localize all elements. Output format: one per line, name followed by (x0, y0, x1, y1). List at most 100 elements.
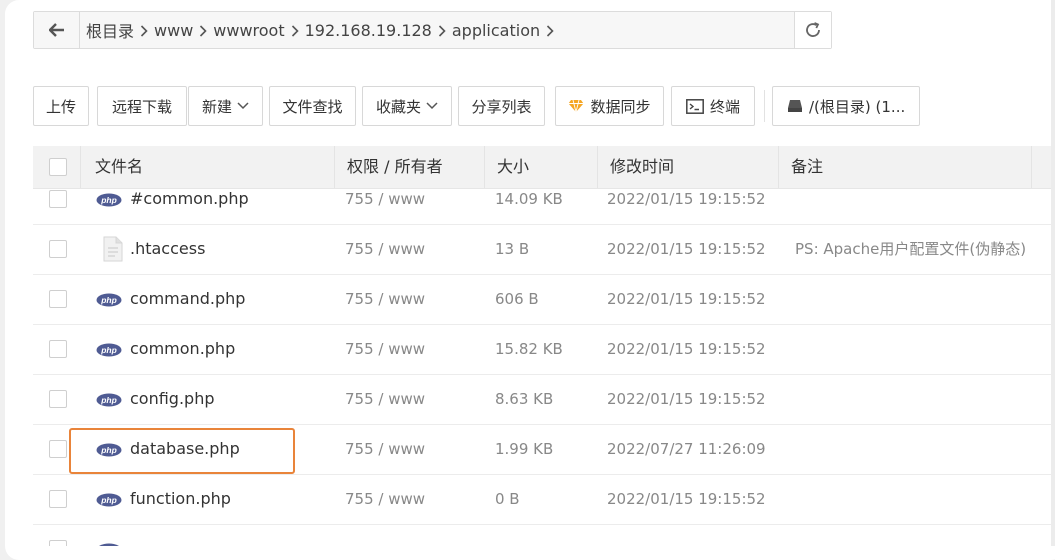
breadcrumb-item[interactable]: www (154, 21, 193, 40)
upload-button[interactable]: 上传 (33, 86, 89, 126)
toolbar-divider (764, 90, 765, 122)
file-name[interactable]: .htaccess (130, 224, 205, 274)
php-icon: php (96, 192, 122, 207)
column-header-modified[interactable]: 修改时间 (610, 146, 674, 188)
file-size: 15.82 KB (495, 340, 563, 358)
breadcrumb-item[interactable]: wwwroot (213, 21, 284, 40)
remote-download-button[interactable]: 远程下载 (97, 86, 187, 126)
diamond-icon (568, 99, 584, 113)
row-checkbox[interactable] (49, 490, 67, 508)
column-header-name[interactable]: 文件名 (95, 146, 143, 188)
column-header-size[interactable]: 大小 (497, 146, 529, 188)
selection-highlight (69, 428, 295, 474)
file-permission: 755 / www (345, 240, 426, 258)
file-note: PS: Apache用户配置文件(伪静态) (795, 240, 1027, 258)
file-size: 606 B (495, 290, 539, 308)
column-divider (80, 146, 81, 188)
file-modified-time: 2022/01/15 19:15:52 (607, 490, 766, 508)
file-name[interactable]: command.php (130, 274, 245, 324)
chevron-right-icon (193, 21, 213, 40)
hard-drive-icon (787, 99, 803, 113)
file-modified-time: 2022/01/15 19:15:52 (607, 290, 766, 308)
terminal-label: 终端 (709, 97, 740, 116)
table-row[interactable]: php #common.php 755 / www 14.09 KB 2022/01/1… (33, 188, 1055, 225)
svg-text:php: php (100, 345, 117, 355)
file-size: 8.63 KB (495, 390, 554, 408)
scrollbar-track[interactable] (1051, 0, 1055, 546)
new-button[interactable]: 新建 (188, 86, 263, 126)
refresh-icon (806, 22, 820, 37)
table-header: 文件名 权限 / 所有者 大小 修改时间 备注 (33, 146, 1055, 189)
path-bar: 根目录 www wwwroot 192.168.19.128 application (33, 11, 832, 49)
svg-text:php: php (100, 195, 117, 205)
file-size: 0 B (495, 490, 520, 508)
php-icon: php (96, 392, 122, 407)
data-sync-button[interactable]: 数据同步 (555, 86, 664, 126)
svg-text:php: php (100, 395, 117, 405)
row-checkbox[interactable] (49, 190, 67, 208)
column-header-permission[interactable]: 权限 / 所有者 (347, 146, 443, 188)
select-all-checkbox[interactable] (49, 158, 67, 176)
file-name[interactable]: function.php (130, 474, 231, 524)
back-button[interactable] (34, 12, 80, 48)
file-icon (103, 236, 129, 262)
php-icon: php (96, 542, 122, 546)
table-row[interactable]: php common.php 755 / www 15.82 KB 2022/01/15… (33, 324, 1055, 375)
file-size: 13 B (495, 240, 530, 258)
file-size: 1.99 KB (495, 440, 554, 458)
breadcrumb-item[interactable]: 192.168.19.128 (305, 21, 432, 40)
data-sync-label: 数据同步 (590, 97, 651, 116)
breadcrumb-item[interactable]: application (452, 21, 540, 40)
file-name[interactable]: config.php (130, 374, 215, 424)
table-row[interactable]: .htaccess 755 / www 13 B 2022/01/15 19:15:5… (33, 224, 1055, 275)
file-search-button[interactable]: 文件查找 (269, 86, 356, 126)
disk-label: /(根目录) (1... (809, 97, 906, 116)
php-icon: php (96, 492, 122, 507)
file-name[interactable]: #common.php (130, 188, 249, 224)
favorites-button[interactable]: 收藏夹 (362, 86, 452, 126)
column-divider (1031, 146, 1032, 188)
file-name[interactable]: common.php (130, 324, 235, 374)
file-permission: 755 / www (345, 390, 426, 408)
svg-text:php: php (100, 495, 117, 505)
chevron-down-icon (426, 102, 438, 110)
favorites-label: 收藏夹 (375, 97, 421, 116)
table-row[interactable]: php config.php 755 / www 8.63 KB 2022/01/15 … (33, 374, 1055, 425)
chevron-down-icon (237, 102, 249, 110)
upload-label: 上传 (45, 97, 76, 116)
chevron-right-icon (134, 21, 154, 40)
table-row[interactable]: php (33, 524, 1055, 546)
row-checkbox[interactable] (49, 390, 67, 408)
file-size: 14.09 KB (495, 190, 563, 208)
file-permission: 755 / www (345, 440, 426, 458)
share-list-button[interactable]: 分享列表 (458, 86, 545, 126)
column-divider (334, 146, 335, 188)
table-row[interactable]: php function.php 755 / www 0 B 2022/01/15 19… (33, 474, 1055, 525)
terminal-icon (686, 98, 704, 114)
svg-text:php: php (100, 295, 117, 305)
column-header-note: 备注 (791, 157, 824, 176)
column-divider (778, 146, 779, 188)
row-checkbox[interactable] (49, 440, 67, 458)
disk-button[interactable]: /(根目录) (1... (772, 86, 920, 126)
file-search-label: 文件查找 (282, 97, 343, 116)
file-modified-time: 2022/01/15 19:15:52 (607, 240, 766, 258)
file-table-body: php #common.php 755 / www 14.09 KB 2022/01/1… (33, 188, 1055, 546)
table-row[interactable]: php command.php 755 / www 606 B 2022/01/15 1… (33, 274, 1055, 325)
file-permission: 755 / www (345, 340, 426, 358)
breadcrumb-item[interactable]: 根目录 (86, 18, 134, 42)
column-divider (484, 146, 485, 188)
file-modified-time: 2022/01/15 19:15:52 (607, 390, 766, 408)
php-icon: php (96, 292, 122, 307)
column-divider (597, 146, 598, 188)
row-checkbox[interactable] (49, 340, 67, 358)
refresh-button[interactable] (794, 12, 831, 48)
row-checkbox[interactable] (49, 240, 67, 258)
terminal-button[interactable]: 终端 (671, 86, 755, 126)
chevron-right-icon (432, 21, 452, 40)
row-checkbox[interactable] (49, 290, 67, 308)
new-label: 新建 (201, 97, 232, 116)
file-permission: 755 / www (345, 190, 426, 208)
row-checkbox[interactable] (49, 540, 67, 546)
php-icon: php (96, 342, 122, 357)
